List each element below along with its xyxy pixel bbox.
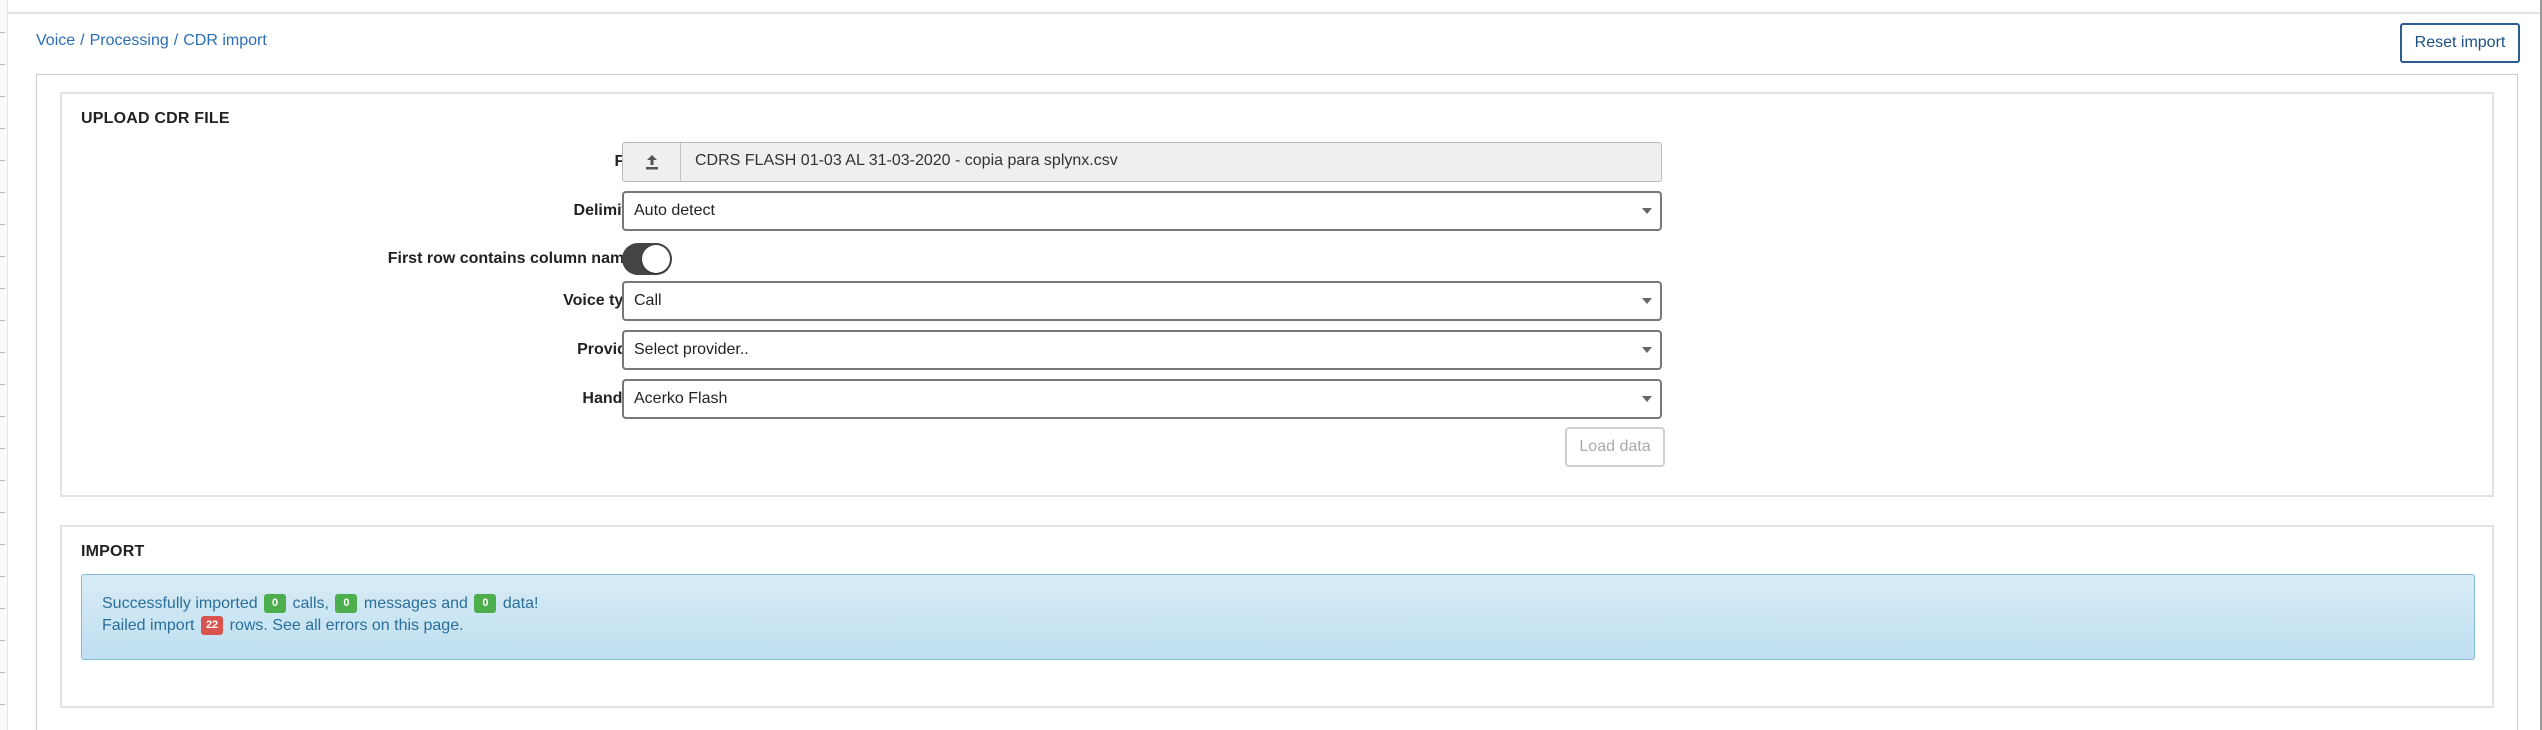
first-row-toggle[interactable] — [622, 243, 672, 275]
messages-count-badge: 0 — [335, 594, 358, 614]
voice-type-row: Voice type Call — [62, 281, 2492, 321]
left-ruler — [0, 0, 8, 730]
chevron-down-icon — [1642, 208, 1652, 214]
errors-page-link[interactable]: this page — [394, 617, 459, 634]
provider-row: Provider Select provider.. — [62, 330, 2492, 370]
first-row-label: First row contains column names — [387, 250, 642, 267]
handler-select[interactable]: Acerko Flash — [622, 379, 1662, 419]
file-input[interactable]: CDRS FLASH 01-03 AL 31-03-2020 - copia p… — [622, 142, 1662, 182]
delimiter-value: Auto detect — [634, 202, 715, 219]
success-line: Successfully imported 0 calls, 0 message… — [102, 593, 2454, 615]
voice-type-select[interactable]: Call — [622, 281, 1662, 321]
upload-cdr-panel: UPLOAD CDR FILE File CDRS FLASH 01-03 AL… — [60, 92, 2494, 497]
failed-prefix: Failed import — [102, 617, 195, 634]
calls-count-badge: 0 — [264, 594, 287, 614]
delimiter-select[interactable]: Auto detect — [622, 191, 1662, 231]
failed-count-badge: 22 — [200, 616, 224, 636]
file-row: File CDRS FLASH 01-03 AL 31-03-2020 - co… — [62, 142, 2492, 182]
breadcrumb-cdr-import[interactable]: CDR import — [183, 32, 267, 49]
calls-text: calls, — [292, 595, 329, 612]
breadcrumb-separator: / — [80, 32, 85, 49]
import-result-alert: Successfully imported 0 calls, 0 message… — [81, 574, 2475, 660]
upload-icon[interactable] — [623, 143, 681, 181]
provider-select[interactable]: Select provider.. — [622, 330, 1662, 370]
chevron-down-icon — [1642, 347, 1652, 353]
failed-end: . — [459, 617, 464, 634]
toggle-knob — [642, 245, 670, 273]
breadcrumb-separator: / — [173, 32, 179, 49]
data-text: data! — [502, 595, 539, 612]
breadcrumb-processing[interactable]: Processing — [90, 32, 169, 49]
delimiter-row: Delimiter Auto detect — [62, 191, 2492, 231]
provider-value: Select provider.. — [634, 341, 749, 358]
handler-value: Acerko Flash — [634, 390, 728, 407]
messages-text: messages and — [363, 595, 468, 612]
voice-type-value: Call — [634, 292, 662, 309]
import-panel-title: IMPORT — [81, 543, 145, 560]
top-divider — [8, 12, 2540, 14]
breadcrumb: Voice / Processing / CDR import — [36, 32, 267, 50]
reset-import-button[interactable]: Reset import — [2400, 23, 2520, 63]
failed-middle: rows. See all errors on — [229, 617, 390, 634]
success-prefix: Successfully imported — [102, 595, 258, 612]
breadcrumb-voice[interactable]: Voice — [36, 32, 75, 49]
handler-row: Handler Acerko Flash — [62, 379, 2492, 419]
data-count-badge: 0 — [474, 594, 497, 614]
upload-panel-title: UPLOAD CDR FILE — [81, 110, 230, 127]
first-row-row: First row contains column names — [62, 239, 2492, 275]
import-panel: IMPORT Successfully imported 0 calls, 0 … — [60, 525, 2494, 708]
failed-line: Failed import 22 rows. See all errors on… — [102, 615, 2454, 637]
file-name: CDRS FLASH 01-03 AL 31-03-2020 - copia p… — [695, 152, 1118, 169]
chevron-down-icon — [1642, 298, 1652, 304]
load-data-button[interactable]: Load data — [1565, 427, 1665, 467]
chevron-down-icon — [1642, 396, 1652, 402]
